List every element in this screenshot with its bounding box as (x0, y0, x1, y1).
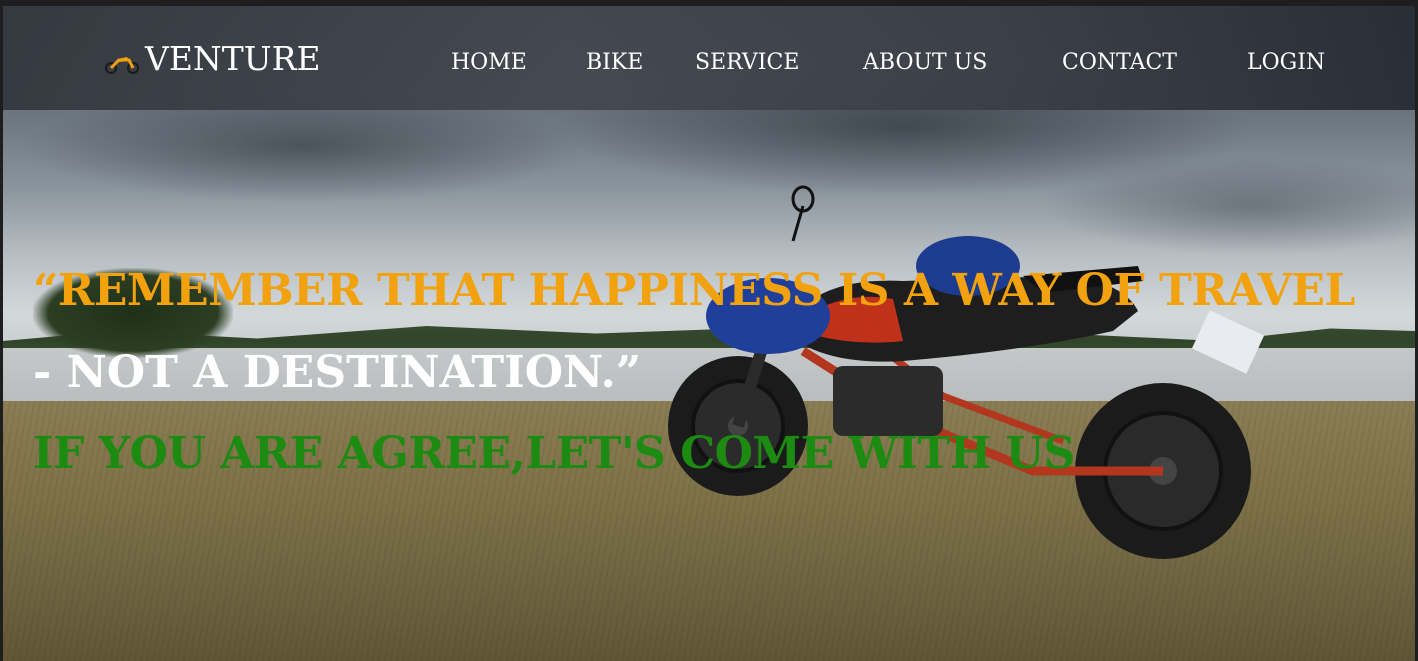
hero-quote-line-2: - NOT A DESTINATION.” (33, 347, 642, 398)
brand-name: VENTURE (145, 39, 321, 78)
nav-home[interactable]: HOME (451, 50, 527, 75)
nav-bike[interactable]: BIKE (586, 50, 643, 75)
nav-about-us[interactable]: ABOUT US (863, 50, 987, 75)
motorcycle-image (668, 185, 1265, 559)
brand-logo[interactable]: VENTURE (103, 39, 321, 78)
nav-login[interactable]: LOGIN (1247, 50, 1325, 75)
nav-contact[interactable]: CONTACT (1062, 50, 1177, 75)
hero-call-to-action: IF YOU ARE AGREE,LET'S COME WITH US (33, 428, 1075, 479)
top-navbar: VENTURE HOME BIKE SERVICE ABOUT US CONTA… (3, 6, 1415, 110)
hero-quote-line-1: “REMEMBER THAT HAPPINESS IS A WAY OF TRA… (33, 265, 1355, 316)
motorbike-logo-icon (105, 56, 139, 74)
nav-service[interactable]: SERVICE (695, 50, 799, 75)
